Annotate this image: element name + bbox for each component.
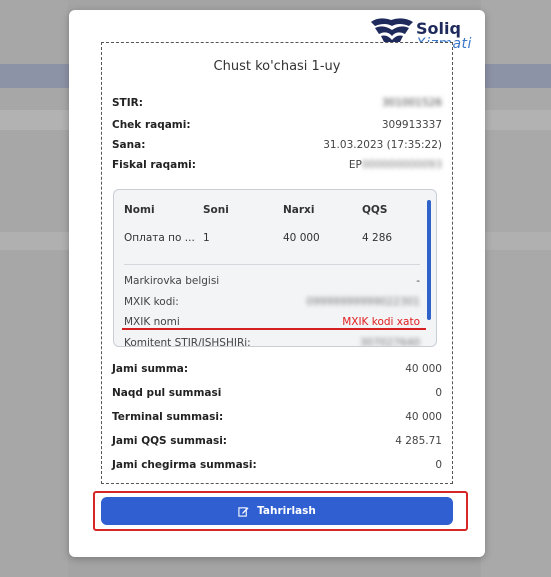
items-panel[interactable]: Nomi Soni Narxi QQS Оплата по ... 1 40 0… bbox=[113, 189, 437, 347]
detail-row-mxik-kodi: MXIK kodi: 09999999999022301 bbox=[124, 295, 420, 309]
detail-row-markirovka: Markirovka belgisi - bbox=[124, 274, 420, 288]
field-label: Sana: bbox=[112, 139, 146, 151]
total-value: 0 bbox=[435, 387, 442, 399]
error-underline bbox=[122, 328, 426, 330]
items-scrollbar[interactable] bbox=[427, 200, 431, 320]
column-header-narxi: Narxi bbox=[283, 204, 315, 216]
detail-value: 09999999999022301 bbox=[306, 296, 420, 308]
item-quantity: 1 bbox=[203, 232, 210, 244]
total-label: Jami summa: bbox=[112, 363, 189, 375]
detail-label: MXIK nomi bbox=[124, 316, 180, 328]
detail-row-komitent: Komitent STIR/JSHSHIRi: 307027640 bbox=[124, 336, 420, 347]
detail-value: - bbox=[416, 275, 420, 287]
edit-button[interactable]: Tahrirlash bbox=[101, 497, 453, 525]
total-value: 4 285.71 bbox=[395, 435, 442, 447]
total-row-jami-qqs: Jami QQS summasi: 4 285.71 bbox=[112, 433, 442, 449]
total-row-naqd-pul: Naqd pul summasi 0 bbox=[112, 385, 442, 401]
field-label: Fiskal raqami: bbox=[112, 159, 196, 171]
total-label: Terminal summasi: bbox=[112, 411, 224, 423]
total-label: Jami chegirma summasi: bbox=[112, 459, 257, 471]
mxik-error-text: MXIK kodi xato bbox=[342, 316, 420, 328]
item-price: 40 000 bbox=[283, 232, 320, 244]
column-header-nomi: Nomi bbox=[124, 204, 155, 216]
field-row-fiskal-raqami: Fiskal raqami: EP000000000093 bbox=[112, 157, 442, 173]
detail-row-mxik-nomi: MXIK nomi MXIK kodi xato bbox=[124, 315, 420, 329]
total-label: Jami QQS summasi: bbox=[112, 435, 227, 447]
total-row-jami-chegirma: Jami chegirma summasi: 0 bbox=[112, 457, 442, 473]
field-row-stir: STIR: 301001526 bbox=[112, 95, 442, 111]
total-row-terminal: Terminal summasi: 40 000 bbox=[112, 409, 442, 425]
total-value: 40 000 bbox=[405, 363, 442, 375]
detail-label: MXIK kodi: bbox=[124, 296, 179, 308]
detail-label: Komitent STIR/JSHSHIRi: bbox=[124, 337, 251, 347]
field-label: Chek raqami: bbox=[112, 119, 191, 131]
field-value: 309913337 bbox=[381, 119, 442, 131]
field-value: 301001526 bbox=[381, 97, 442, 109]
total-value: 0 bbox=[435, 459, 442, 471]
total-label: Naqd pul summasi bbox=[112, 387, 222, 399]
total-row-jami-summa: Jami summa: 40 000 bbox=[112, 361, 442, 377]
detail-label: Markirovka belgisi bbox=[124, 275, 220, 287]
field-value: EP000000000093 bbox=[348, 159, 442, 171]
total-value: 40 000 bbox=[405, 411, 442, 423]
items-divider bbox=[124, 264, 420, 265]
field-label: STIR: bbox=[112, 97, 143, 109]
item-vat: 4 286 bbox=[362, 232, 393, 244]
field-row-chek-raqami: Chek raqami: 309913337 bbox=[112, 117, 442, 133]
field-value: 31.03.2023 (17:35:22) bbox=[323, 139, 442, 151]
column-header-soni: Soni bbox=[203, 204, 229, 216]
blurred-fiskal-digits: 000000000093 bbox=[361, 159, 442, 171]
receipt-title: Chust ko'chasi 1-uy bbox=[213, 59, 341, 74]
field-row-sana: Sana: 31.03.2023 (17:35:22) bbox=[112, 137, 442, 153]
edit-icon bbox=[238, 506, 249, 517]
detail-value: 307027640 bbox=[359, 337, 420, 347]
edit-button-label: Tahrirlash bbox=[257, 505, 316, 517]
column-header-qqs: QQS bbox=[362, 204, 388, 216]
item-name: Оплата по ... bbox=[124, 232, 195, 244]
receipt-card: Chust ko'chasi 1-uy STIR: 301001526 Chek… bbox=[101, 42, 453, 484]
